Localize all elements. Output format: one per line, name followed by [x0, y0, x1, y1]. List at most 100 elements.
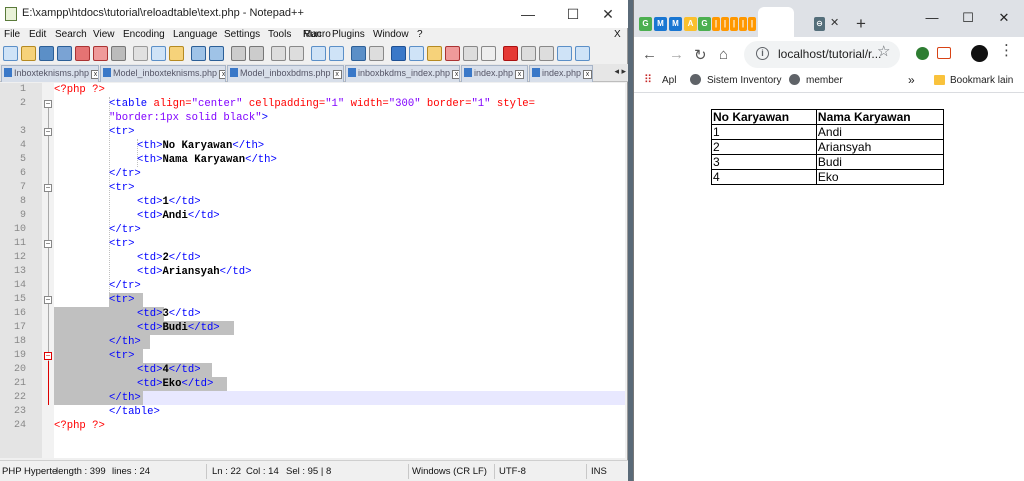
indent-guide-icon[interactable] [391, 46, 406, 61]
menu-close-doc[interactable]: X [614, 29, 621, 40]
close-button[interactable]: ✕ [588, 0, 628, 28]
tab-close-icon[interactable]: ✕ [830, 16, 839, 29]
bookmark-sistem-inventory[interactable]: Sistem Inventory [707, 75, 781, 86]
maximize-button[interactable]: ☐ [950, 10, 986, 26]
code-editor[interactable]: 1 2 3 4 5 6 7 8 9 10 11 12 13 14 15 16 1… [0, 83, 625, 458]
open-folder-icon[interactable] [21, 46, 36, 61]
tab-favicon-icon[interactable]: ⊖ [814, 17, 825, 31]
menu-window[interactable]: Window [373, 29, 409, 40]
tab-scroll-arrows[interactable]: ◂ ▸ [614, 66, 626, 77]
close-file-icon[interactable] [75, 46, 90, 61]
undo-icon[interactable] [191, 46, 206, 61]
minimize-button[interactable]: — [914, 10, 950, 25]
tab-favicon-icon[interactable]: M [669, 17, 682, 31]
tab-close-icon[interactable]: x [91, 70, 98, 79]
cast-icon[interactable] [937, 47, 951, 59]
extension-icon[interactable] [916, 47, 929, 60]
globe-icon [789, 74, 800, 85]
apps-grid-icon[interactable]: ⠿ [644, 73, 652, 86]
employee-table: No Karyawan Nama Karyawan 1 Andi 2 Arian… [711, 109, 945, 185]
monitoring-icon[interactable] [481, 46, 496, 61]
play-macro-icon[interactable] [539, 46, 554, 61]
tab-file[interactable]: Model_inboxteknisms.php x [100, 65, 226, 82]
site-info-icon[interactable]: i [756, 47, 769, 60]
forward-icon[interactable]: → [669, 46, 684, 63]
tab-close-icon[interactable]: x [583, 70, 592, 79]
profile-avatar[interactable] [971, 45, 988, 62]
menu-kebab-icon[interactable]: ⋮ [999, 43, 1014, 59]
fold-collapse-icon[interactable]: − [44, 100, 52, 108]
tab-favicon-icon[interactable]: A [684, 17, 697, 31]
tab-close-icon[interactable]: x [219, 70, 225, 79]
paste-icon[interactable] [169, 46, 184, 61]
tab-favicon-icon[interactable]: M [654, 17, 667, 31]
tab-close-icon[interactable]: x [332, 70, 342, 79]
tab-file[interactable]: Inboxteknisms.php x [1, 65, 99, 82]
save-macro-icon[interactable] [575, 46, 590, 61]
tab-file[interactable]: inboxbkdms_index.php x [345, 65, 460, 82]
notepad-title-bar[interactable]: E:\xampp\htdocs\tutorial\reloadtable\tex… [0, 0, 628, 28]
close-all-icon[interactable] [93, 46, 108, 61]
fold-collapse-icon[interactable]: − [44, 184, 52, 192]
home-icon[interactable]: ⌂ [719, 46, 728, 63]
word-wrap-icon[interactable] [351, 46, 366, 61]
menu-run[interactable]: Run [303, 29, 321, 40]
bookmark-other[interactable]: Bookmark lain [950, 75, 1013, 86]
stop-macro-icon[interactable] [521, 46, 536, 61]
record-macro-icon[interactable] [503, 46, 518, 61]
zoom-in-icon[interactable] [271, 46, 286, 61]
fold-collapse-icon[interactable]: − [44, 128, 52, 136]
new-file-icon[interactable] [3, 46, 18, 61]
sync-scroll-v-icon[interactable] [311, 46, 326, 61]
table-cell: Eko [815, 169, 945, 185]
tab-favicon-icon[interactable]: | [730, 17, 738, 31]
line-number: 20 [13, 364, 26, 375]
back-icon[interactable]: ← [642, 46, 657, 63]
maximize-button[interactable]: ☐ [553, 0, 593, 28]
minimize-button[interactable]: — [508, 0, 548, 28]
cut-icon[interactable] [133, 46, 148, 61]
tab-favicon-icon[interactable]: G [698, 17, 711, 31]
tab-file[interactable]: index.php x [461, 65, 528, 82]
tab-file[interactable]: index.php x [529, 65, 593, 82]
php-file-icon [348, 68, 356, 77]
copy-icon[interactable] [151, 46, 166, 61]
reload-icon[interactable]: ↻ [694, 46, 707, 64]
menu-plugins[interactable]: Plugins [332, 29, 365, 40]
save-all-icon[interactable] [57, 46, 72, 61]
redo-icon[interactable] [209, 46, 224, 61]
tab-favicon-icon[interactable]: | [748, 17, 756, 31]
find-icon[interactable] [231, 46, 246, 61]
new-tab-button[interactable]: + [856, 14, 866, 34]
tab-file[interactable]: Model_inboxbdms.php x [227, 65, 344, 82]
tab-close-icon[interactable]: x [515, 70, 525, 79]
bookmark-apps[interactable]: Apl [662, 75, 676, 86]
tab-favicon-icon[interactable]: | [721, 17, 729, 31]
tab-favicon-icon[interactable]: | [712, 17, 720, 31]
tab-favicon-icon[interactable]: G [639, 17, 652, 31]
tab-favicon-icon[interactable]: | [739, 17, 747, 31]
sync-scroll-h-icon[interactable] [329, 46, 344, 61]
menu-help[interactable]: ? [417, 29, 423, 40]
active-tab[interactable] [758, 7, 794, 37]
replace-icon[interactable] [249, 46, 264, 61]
show-symbols-icon[interactable] [369, 46, 384, 61]
bookmarks-overflow-icon[interactable]: » [908, 73, 915, 87]
url-text: localhost/tutorial/r... [778, 47, 882, 61]
print-icon[interactable] [111, 46, 126, 61]
column-header: Nama Karyawan [815, 109, 945, 125]
bookmark-member[interactable]: member [806, 75, 843, 86]
save-icon[interactable] [39, 46, 54, 61]
tab-close-icon[interactable]: x [452, 70, 459, 79]
user-language-icon[interactable] [409, 46, 424, 61]
fold-collapse-icon[interactable]: − [44, 240, 52, 248]
close-button[interactable]: ✕ [986, 10, 1022, 26]
fold-collapse-icon[interactable]: − [44, 296, 52, 304]
run-macro-multiple-icon[interactable] [557, 46, 572, 61]
function-list-icon[interactable] [445, 46, 460, 61]
bookmark-star-icon[interactable]: ☆ [877, 42, 890, 60]
fold-collapse-icon[interactable]: − [44, 352, 52, 360]
folder-workspace-icon[interactable] [463, 46, 478, 61]
zoom-out-icon[interactable] [289, 46, 304, 61]
document-map-icon[interactable] [427, 46, 442, 61]
